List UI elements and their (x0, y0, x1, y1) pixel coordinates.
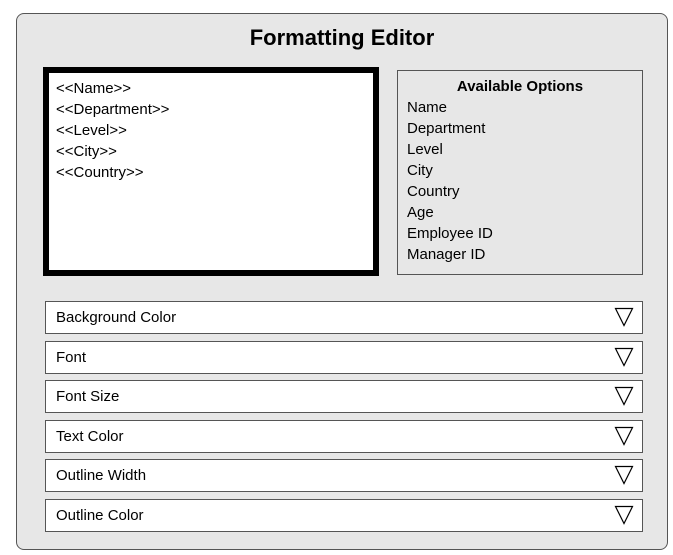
template-line: <<Level>> (56, 122, 127, 139)
triangle-down-icon[interactable] (614, 465, 634, 485)
triangle-down-icon[interactable] (614, 386, 634, 406)
template-text-area[interactable]: <<Name>> <<Department>> <<Level>> <<City… (43, 67, 379, 276)
template-line: <<Name>> (56, 80, 132, 97)
dropdown-label: Text Color (56, 428, 124, 445)
outline-color-dropdown[interactable]: Outline Color (45, 499, 643, 532)
formatting-editor-panel: Formatting Editor <<Name>> <<Department>… (16, 13, 668, 550)
dropdown-label: Font Size (56, 388, 120, 405)
template-line: <<City>> (56, 143, 117, 160)
triangle-down-icon[interactable] (614, 347, 634, 367)
option-item-country[interactable]: Country (407, 181, 642, 202)
editor-title: Formatting Editor (249, 25, 435, 50)
dropdown-label: Background Color (56, 309, 177, 326)
option-item-employee-id[interactable]: Employee ID (407, 223, 642, 244)
text-color-dropdown[interactable]: Text Color (45, 420, 643, 453)
option-item-name[interactable]: Name (407, 97, 642, 118)
option-item-manager-id[interactable]: Manager ID (407, 244, 642, 265)
option-item-age[interactable]: Age (407, 202, 642, 223)
background-color-dropdown[interactable]: Background Color (45, 301, 643, 334)
triangle-down-icon[interactable] (614, 307, 634, 327)
available-options-list: Available Options Name Department Level … (397, 70, 643, 275)
outline-width-dropdown[interactable]: Outline Width (45, 459, 643, 492)
triangle-down-icon[interactable] (614, 505, 634, 525)
template-line: <<Country>> (56, 164, 144, 181)
template-line: <<Department>> (56, 101, 170, 118)
option-item-department[interactable]: Department (407, 118, 642, 139)
dropdown-label: Outline Color (56, 507, 144, 524)
triangle-down-icon[interactable] (614, 426, 634, 446)
font-dropdown[interactable]: Font (45, 341, 643, 374)
option-item-level[interactable]: Level (407, 139, 642, 160)
dropdown-label: Outline Width (56, 467, 147, 484)
option-item-city[interactable]: City (407, 160, 642, 181)
available-options-title: Available Options (456, 78, 584, 95)
dropdown-label: Font (56, 349, 87, 366)
font-size-dropdown[interactable]: Font Size (45, 380, 643, 413)
